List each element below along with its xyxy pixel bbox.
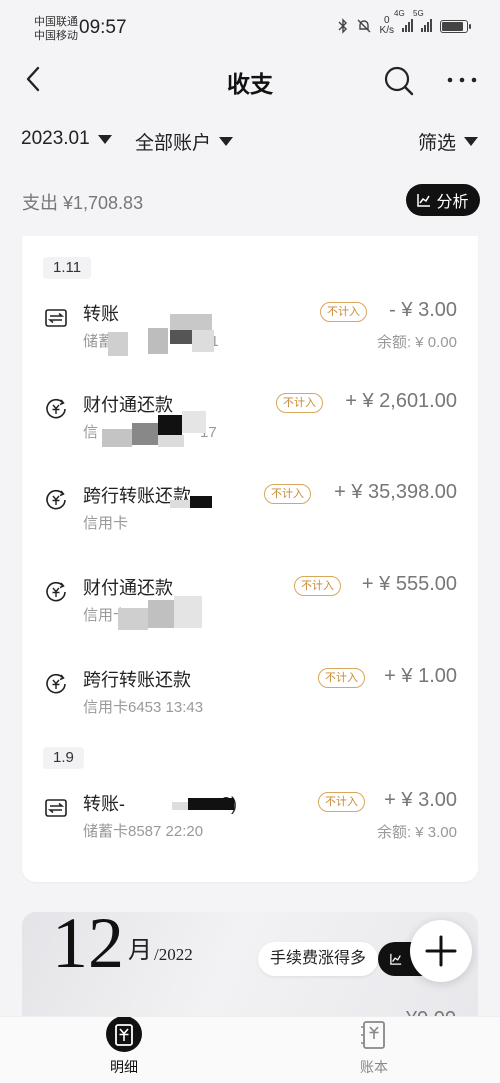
chart-trend-icon	[390, 953, 402, 965]
nav-bar: 收支	[0, 52, 500, 108]
repay-icon	[46, 398, 66, 419]
status-icons: 0 K/s 4G 5G	[338, 9, 471, 36]
more-dots-icon[interactable]	[444, 62, 480, 98]
not-counted-badge: 不计入	[264, 484, 311, 504]
banner-day: 12	[52, 912, 124, 983]
chevron-down-icon	[464, 137, 479, 146]
signal-4g-icon: 4G	[394, 9, 413, 35]
filter-selector[interactable]: 筛选	[418, 128, 479, 155]
repay-icon	[46, 673, 66, 694]
month-label: 2023.01	[21, 128, 90, 149]
plus-icon	[425, 935, 457, 967]
transaction-amount: + ¥ 35,398.00	[334, 481, 457, 503]
not-counted-badge: 不计入	[318, 668, 365, 688]
tab-ledger[interactable]: 账本	[334, 1017, 414, 1083]
summary-row: 支出 ¥1,708.83 分析	[0, 180, 500, 220]
transaction-card: 1.11 转账 储蓄卡01 不计入 - ¥ 3.00 余额: ¥ 0.00 财付…	[22, 236, 478, 882]
transaction-amount: + ¥ 555.00	[361, 573, 457, 595]
chevron-down-icon	[97, 134, 112, 144]
tab-bar: 明细 账本	[0, 1016, 500, 1083]
add-record-button[interactable]	[410, 920, 472, 982]
tab-label: 明细	[110, 1059, 138, 1075]
carrier-names: 中国联通 中国移动	[34, 15, 78, 43]
status-bar: 中国联通 中国移动 09:57 0 K/s 4G 5G	[0, 0, 500, 52]
transaction-balance: 余额: ¥ 0.00	[376, 334, 457, 351]
not-counted-badge: 不计入	[320, 302, 367, 322]
account-label: 全部账户	[135, 133, 212, 154]
account-selector[interactable]: 全部账户	[135, 128, 234, 155]
not-counted-badge: 不计入	[318, 792, 365, 812]
transaction-sub: 信用卡	[83, 515, 129, 532]
bluetooth-icon	[338, 18, 347, 34]
not-counted-badge: 不计入	[294, 576, 341, 596]
privacy-mosaic	[108, 314, 214, 358]
banner-year: /2022	[154, 945, 193, 964]
transaction-amount: + ¥ 3.00	[384, 789, 457, 811]
transaction-balance: 余额: ¥ 3.00	[376, 824, 457, 841]
top-area: 中国联通 中国移动 09:57 0 K/s 4G 5G 收支 2023.01 全…	[0, 0, 500, 236]
transaction-sub: 信用卡6453 13:43	[83, 699, 204, 716]
transaction-amount: + ¥ 2,601.00	[345, 390, 457, 412]
transaction-row[interactable]: 财付通还款 信 17 不计入 + ¥ 2,601.00	[22, 390, 478, 451]
transaction-name: 跨行转账还款	[83, 670, 191, 690]
transaction-sub: 储蓄卡8587 22:20	[83, 823, 204, 840]
tab-label: 账本	[360, 1059, 388, 1075]
page-title: 收支	[227, 71, 273, 97]
tab-details[interactable]: 明细	[84, 1017, 164, 1083]
ledger-icon	[361, 1021, 385, 1049]
analyze-button[interactable]: 分析	[406, 184, 480, 216]
signal-5g-icon: 5G	[413, 9, 432, 35]
carrier-2: 中国移动	[34, 30, 78, 42]
transaction-row[interactable]: 转账-2) 储蓄卡8587 22:20 不计入 + ¥ 3.00 余额: ¥ 3…	[22, 789, 478, 850]
carrier-1: 中国联通	[34, 16, 78, 28]
status-time: 09:57	[79, 17, 127, 38]
repay-icon	[46, 581, 66, 602]
chart-trend-icon	[417, 194, 431, 207]
transaction-amount: - ¥ 3.00	[389, 299, 457, 321]
expense-total: 支出 ¥1,708.83	[22, 193, 144, 213]
transaction-row[interactable]: 财付通还款 信用卡6 不计入 + ¥ 555.00	[22, 573, 478, 634]
battery-icon	[440, 19, 471, 33]
date-chip: 1.9	[43, 747, 84, 769]
transaction-row[interactable]: 转账 储蓄卡01 不计入 - ¥ 3.00 余额: ¥ 0.00	[22, 299, 478, 360]
transfer-icon	[45, 799, 67, 817]
not-counted-badge: 不计入	[276, 393, 323, 413]
yuan-note-icon	[106, 1017, 142, 1052]
date-chip: 1.11	[43, 257, 92, 279]
filter-bar: 2023.01 全部账户 筛选	[0, 120, 500, 160]
privacy-mosaic	[172, 796, 236, 812]
month-selector[interactable]: 2023.01	[21, 128, 112, 150]
repay-icon	[46, 489, 66, 510]
privacy-mosaic	[118, 596, 214, 632]
chevron-down-icon	[219, 137, 234, 146]
transaction-row[interactable]: 跨行转账还款 信用卡 不计入 + ¥ 35,398.00	[22, 481, 478, 542]
privacy-mosaic	[102, 405, 222, 449]
net-speed: 0 K/s	[379, 15, 394, 36]
filter-label: 筛选	[418, 133, 457, 154]
privacy-mosaic	[170, 494, 214, 510]
banner-month: 月	[128, 938, 152, 964]
transaction-row[interactable]: 跨行转账还款 信用卡6453 13:43 不计入 + ¥ 1.00	[22, 665, 478, 726]
mute-bell-icon	[357, 19, 371, 33]
search-icon[interactable]	[380, 62, 416, 98]
transfer-icon	[45, 309, 67, 327]
fee-promo-pill[interactable]: 手续费涨得多	[258, 942, 379, 976]
transaction-amount: + ¥ 1.00	[384, 665, 457, 687]
